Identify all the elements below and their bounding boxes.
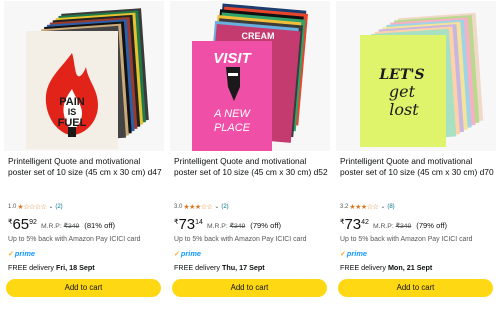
product-rating: 3.0 ★★★☆☆ ⌄ (2) (174, 202, 229, 211)
price: ₹ 73 42 M.R.P: ₹349 (79% off) (340, 216, 447, 233)
product-title[interactable]: Printelligent Quote and motivational pos… (174, 156, 329, 179)
mrp-value: ₹349 (63, 223, 80, 230)
product-card: LET'S get lost Printelligent Quote and m… (335, 0, 498, 316)
poster-stack-image: PAIN IS FUEL (4, 1, 164, 151)
delivery-info: FREE delivery Thu, 17 Sept (174, 263, 265, 272)
price-whole: 73 (178, 216, 196, 233)
add-to-cart-button[interactable]: Add to cart (338, 279, 493, 297)
delivery-date: Fri, 18 Sept (55, 263, 95, 272)
cashback-offer: Up to 5% back with Amazon Pay ICICI card (340, 236, 473, 243)
review-count-link[interactable]: (2) (55, 204, 62, 210)
price-fraction: 92 (29, 219, 37, 226)
product-card: PAIN IS FUEL Printelligent Quote and mot… (3, 0, 166, 316)
delivery-label: FREE delivery (174, 263, 220, 272)
star-rating-icon[interactable]: ★☆☆☆☆ (17, 203, 46, 211)
delivery-info: FREE delivery Mon, 21 Sept (340, 263, 432, 272)
poster-stack-image: CREAM VISIT A NEW PLACE (170, 1, 330, 151)
check-icon: ✓ (8, 250, 14, 258)
discount: (81% off) (84, 221, 115, 230)
poster-text-1: LET'S (378, 67, 424, 83)
poster-stack-image: LET'S get lost (336, 1, 496, 151)
poster-text-2: get (389, 82, 416, 101)
delivery-date: Mon, 21 Sept (387, 263, 433, 272)
poster-text-3: lost (389, 100, 419, 119)
mrp-value: ₹349 (395, 223, 412, 230)
mrp: M.R.P: ₹349 (41, 223, 79, 231)
prime-label: prime (180, 249, 202, 258)
chevron-down-icon[interactable]: ⌄ (380, 203, 385, 210)
mrp-label: M.R.P: (40, 223, 62, 230)
prime-label: prime (346, 249, 368, 258)
check-icon: ✓ (174, 250, 180, 258)
prime-badge: ✓ prime (8, 249, 35, 258)
poster-text-1: VISIT (213, 50, 252, 67)
rating-value: 1.0 (8, 203, 17, 210)
mrp-label: M.R.P: (206, 223, 228, 230)
mrp-value: ₹349 (229, 223, 246, 230)
price-fraction: 42 (361, 219, 369, 226)
product-image[interactable]: PAIN IS FUEL (4, 1, 164, 151)
poster-text-3: PLACE (214, 122, 251, 134)
star-rating-icon[interactable]: ★★★☆☆ (183, 203, 212, 211)
check-icon: ✓ (340, 250, 346, 258)
prime-badge: ✓ prime (340, 249, 367, 258)
discount: (79% off) (250, 221, 281, 230)
prime-label: prime (14, 249, 36, 258)
price: ₹ 73 14 M.R.P: ₹349 (79% off) (174, 216, 281, 233)
poster-text-2: IS (68, 107, 77, 117)
poster-peek-text: CREAM (242, 31, 275, 41)
mrp: M.R.P: ₹349 (207, 223, 245, 231)
delivery-info: FREE delivery Fri, 18 Sept (8, 263, 95, 272)
add-to-cart-button[interactable]: Add to cart (6, 279, 161, 297)
product-image[interactable]: LET'S get lost (336, 1, 496, 151)
rating-value: 3.0 (174, 203, 183, 210)
chevron-down-icon[interactable]: ⌄ (48, 203, 53, 210)
rating-value: 3.2 (340, 203, 349, 210)
mrp: M.R.P: ₹349 (373, 223, 411, 231)
cashback-offer: Up to 5% back with Amazon Pay ICICI card (8, 236, 141, 243)
poster-text-2: A NEW (213, 108, 251, 120)
prime-badge: ✓ prime (174, 249, 201, 258)
product-title[interactable]: Printelligent Quote and motivational pos… (8, 156, 163, 179)
cashback-offer: Up to 5% back with Amazon Pay ICICI card (174, 236, 307, 243)
chevron-down-icon[interactable]: ⌄ (214, 203, 219, 210)
product-image[interactable]: CREAM VISIT A NEW PLACE (170, 1, 330, 151)
review-count-link[interactable]: (8) (387, 204, 394, 210)
product-grid: PAIN IS FUEL Printelligent Quote and mot… (0, 0, 500, 316)
price-whole: 73 (344, 216, 362, 233)
price-whole: 65 (12, 216, 30, 233)
product-rating: 3.2 ★★★☆☆ ⌄ (8) (340, 202, 395, 211)
mrp-label: M.R.P: (372, 223, 394, 230)
price: ₹ 65 92 M.R.P: ₹349 (81% off) (8, 216, 115, 233)
price-fraction: 14 (195, 219, 203, 226)
delivery-label: FREE delivery (8, 263, 54, 272)
delivery-date: Thu, 17 Sept (221, 263, 265, 272)
product-rating: 1.0 ★☆☆☆☆ ⌄ (2) (8, 202, 63, 211)
delivery-label: FREE delivery (340, 263, 386, 272)
add-to-cart-button[interactable]: Add to cart (172, 279, 327, 297)
discount: (79% off) (416, 221, 447, 230)
star-rating-icon[interactable]: ★★★☆☆ (349, 203, 378, 211)
product-title[interactable]: Printelligent Quote and motivational pos… (340, 156, 495, 179)
review-count-link[interactable]: (2) (221, 204, 228, 210)
product-card: CREAM VISIT A NEW PLACE Printelligent Qu… (169, 0, 332, 316)
